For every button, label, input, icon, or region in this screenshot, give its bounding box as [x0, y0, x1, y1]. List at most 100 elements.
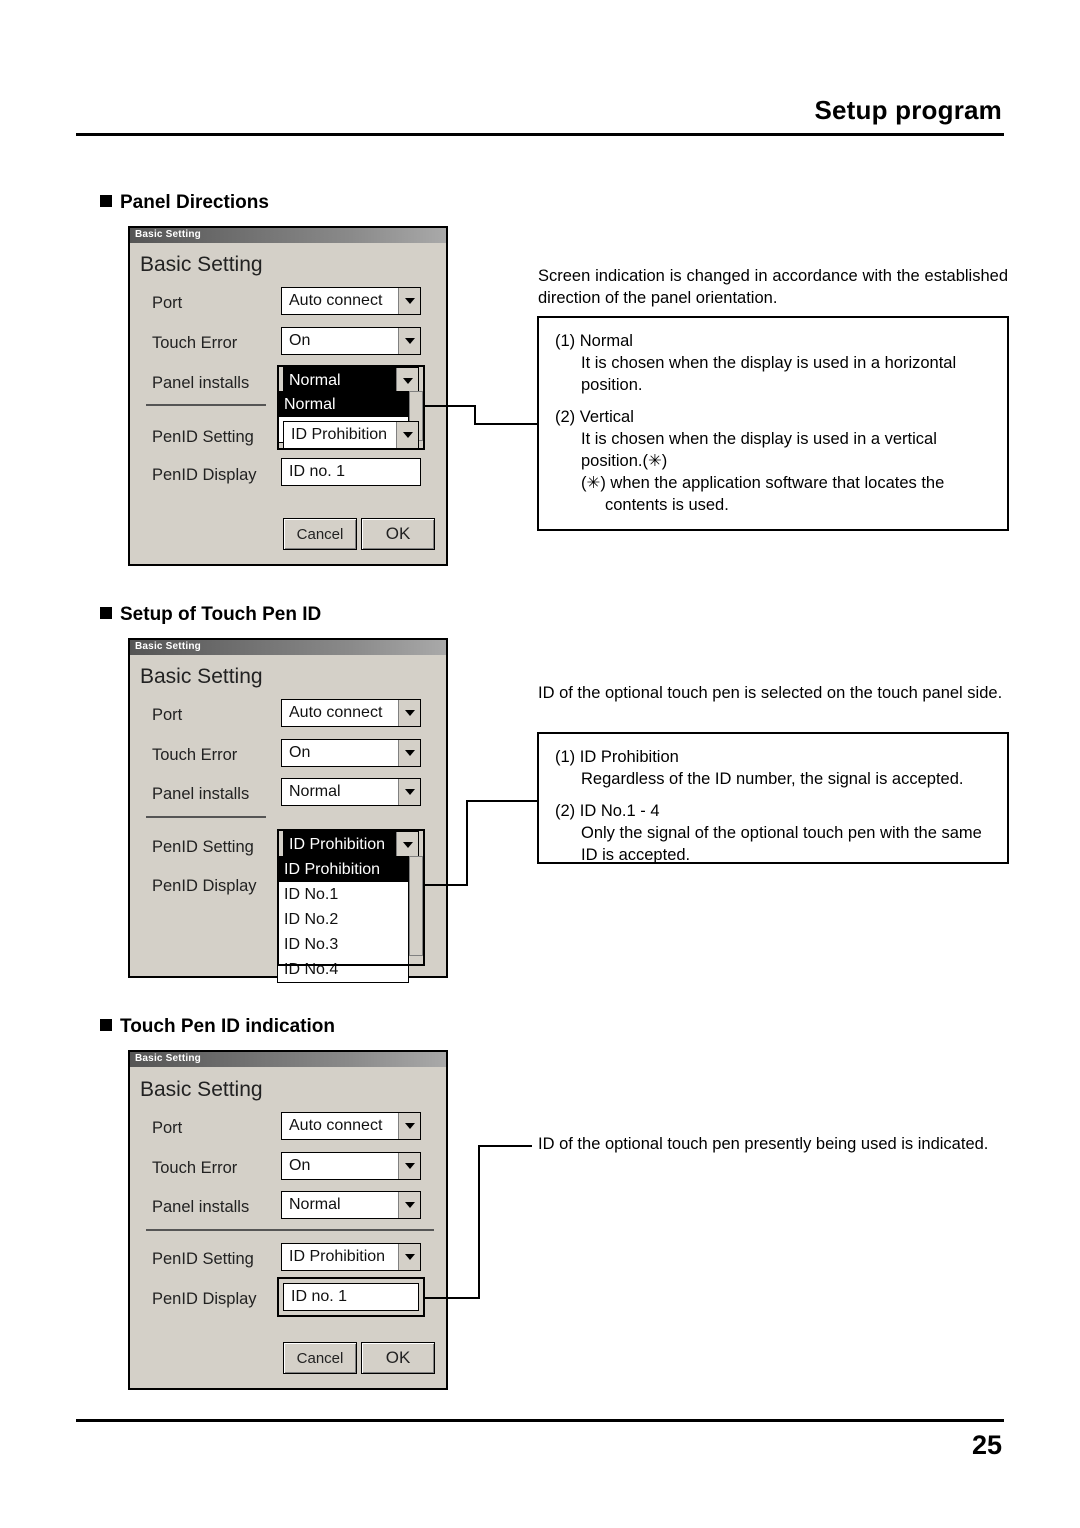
chevron-down-icon[interactable] — [398, 1113, 420, 1139]
footer-divider — [76, 1419, 1004, 1422]
callout-item2-body: Only the signal of the optional touch pe… — [581, 824, 982, 864]
chevron-down-icon[interactable] — [396, 832, 418, 858]
square-bullet-icon — [100, 195, 112, 207]
droplist-scrollbar[interactable] — [409, 856, 423, 956]
square-bullet-icon — [100, 607, 112, 619]
combo-touch-error-value: On — [289, 332, 311, 349]
droplist-option[interactable]: ID No.2 — [278, 907, 408, 932]
combo-port[interactable]: Auto connect — [281, 287, 421, 315]
chevron-down-icon[interactable] — [398, 1244, 420, 1270]
combo-touch-error[interactable]: On — [281, 739, 421, 767]
chevron-down-icon[interactable] — [398, 740, 420, 766]
combo-port-value: Auto connect — [289, 292, 383, 309]
section-heading-setup-touch-pen-id: Setup of Touch Pen ID — [100, 604, 321, 626]
cancel-button[interactable]: Cancel — [283, 1342, 357, 1374]
cancel-button-label: Cancel — [296, 525, 344, 543]
chevron-down-icon[interactable] — [398, 1192, 420, 1218]
connector-line — [424, 884, 468, 886]
page-number: 25 — [971, 1430, 1002, 1460]
panel-directions-callout: (1) Normal It is chosen when the display… — [537, 316, 1009, 531]
callout-item2-title: (2) Vertical — [555, 408, 634, 426]
chevron-down-icon[interactable] — [398, 1153, 420, 1179]
connector-line — [474, 423, 538, 425]
callout-item1-body: It is chosen when the display is used in… — [581, 354, 957, 394]
label-port: Port — [152, 706, 183, 724]
document-page: Setup program Panel Directions Basic Set… — [0, 0, 1080, 1528]
label-touch-error: Touch Error — [152, 334, 238, 352]
label-penid-display: PenID Display — [152, 466, 257, 484]
callout-item2-note: (✳) when the application software that l… — [581, 474, 945, 492]
ok-button-label: OK — [385, 1348, 411, 1367]
combo-touch-error[interactable]: On — [281, 1152, 421, 1180]
droplist-option[interactable]: ID No.1 — [278, 882, 408, 907]
combo-port[interactable]: Auto connect — [281, 699, 421, 727]
dialog-separator — [146, 816, 266, 818]
droplist-penid-setting[interactable]: ID Prohibition ID No.1 ID No.2 ID No.3 I… — [277, 856, 409, 983]
label-penid-setting: PenID Setting — [152, 838, 254, 856]
dialog-titlebar: Basic Setting — [130, 640, 446, 655]
callout-item2-body: It is chosen when the display is used in… — [581, 430, 937, 470]
chevron-down-icon[interactable] — [398, 328, 420, 354]
combo-panel-installs[interactable]: Normal — [281, 1191, 421, 1219]
combo-penid-display[interactable]: ID no. 1 — [281, 458, 421, 486]
chevron-down-icon[interactable] — [396, 422, 418, 448]
chevron-down-icon[interactable] — [398, 779, 420, 805]
ok-button[interactable]: OK — [361, 518, 435, 550]
touch-pen-id-intro: ID of the optional touch pen is selected… — [538, 684, 1003, 702]
callout-item1-body: Regardless of the ID number, the signal … — [581, 770, 964, 788]
label-penid-setting: PenID Setting — [152, 428, 254, 446]
droplist-option[interactable]: ID No.3 — [278, 932, 408, 957]
combo-penid-setting-value: ID Prohibition — [289, 1248, 386, 1265]
combo-penid-setting[interactable]: ID Prohibition — [283, 421, 419, 449]
label-touch-error: Touch Error — [152, 746, 238, 764]
connector-line — [474, 405, 476, 425]
label-port: Port — [152, 1119, 183, 1137]
droplist-option[interactable]: ID No.4 — [278, 957, 408, 982]
combo-penid-setting[interactable]: ID Prohibition — [281, 1243, 421, 1271]
combo-port-value: Auto connect — [289, 1117, 383, 1134]
dialog-separator — [146, 1229, 434, 1231]
touch-pen-indication-text: ID of the optional touch pen presently b… — [538, 1135, 989, 1153]
header-divider — [76, 133, 1004, 136]
combo-touch-error-value: On — [289, 1157, 311, 1174]
combo-penid-display[interactable]: ID no. 1 — [283, 1283, 419, 1311]
dialog-titlebar: Basic Setting — [130, 1052, 446, 1067]
combo-port[interactable]: Auto connect — [281, 1112, 421, 1140]
combo-panel-installs-value: Normal — [289, 1196, 341, 1213]
callout-item2-title: (2) ID No.1 - 4 — [555, 802, 660, 820]
ok-button[interactable]: OK — [361, 1342, 435, 1374]
cancel-button[interactable]: Cancel — [283, 518, 357, 550]
callout-item1-title: (1) Normal — [555, 332, 633, 350]
droplist-option[interactable]: Normal — [278, 392, 408, 417]
connector-line — [478, 1145, 480, 1299]
combo-touch-error-value: On — [289, 744, 311, 761]
connector-line — [466, 800, 468, 886]
callout-item2-note2: contents is used. — [605, 496, 729, 514]
callout-item1-title: (1) ID Prohibition — [555, 748, 679, 766]
chevron-down-icon[interactable] — [398, 288, 420, 314]
label-panel-installs: Panel installs — [152, 374, 250, 392]
section-heading-panel-directions: Panel Directions — [100, 192, 269, 214]
dialog-heading: Basic Setting — [140, 1078, 263, 1101]
label-panel-installs: Panel installs — [152, 1198, 250, 1216]
combo-touch-error[interactable]: On — [281, 327, 421, 355]
combo-panel-installs[interactable]: Normal — [281, 778, 421, 806]
square-bullet-icon — [100, 1019, 112, 1031]
dialog-titlebar: Basic Setting — [130, 228, 446, 243]
cancel-button-label: Cancel — [296, 1349, 344, 1367]
dialog-heading: Basic Setting — [140, 253, 263, 276]
label-touch-error: Touch Error — [152, 1159, 238, 1177]
chevron-down-icon[interactable] — [398, 700, 420, 726]
section-heading-touch-pen-id-indication: Touch Pen ID indication — [100, 1016, 335, 1038]
touch-pen-id-callout: (1) ID Prohibition Regardless of the ID … — [537, 732, 1009, 864]
label-penid-setting: PenID Setting — [152, 1250, 254, 1268]
combo-penid-setting-value: ID Prohibition — [291, 426, 388, 443]
combo-panel-installs-value: Normal — [289, 783, 341, 800]
dialog-heading: Basic Setting — [140, 665, 263, 688]
combo-penid-setting-value: ID Prohibition — [284, 832, 396, 858]
dialog-separator — [146, 404, 266, 406]
connector-line — [466, 800, 538, 802]
combo-penid-setting[interactable]: ID Prohibition — [283, 831, 419, 859]
droplist-option[interactable]: ID Prohibition — [278, 857, 408, 882]
page-title: Setup program — [814, 95, 1002, 125]
